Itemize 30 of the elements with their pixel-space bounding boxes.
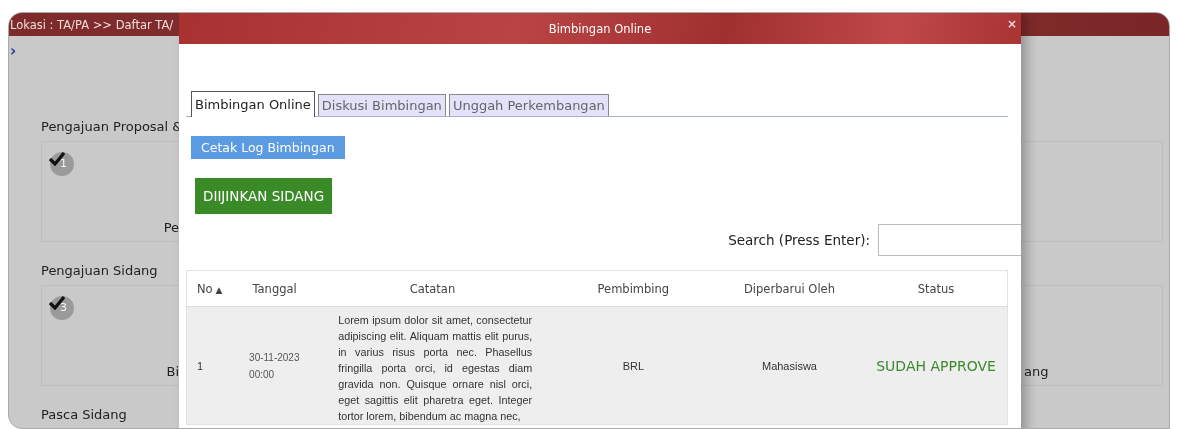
tab[interactable]: Diskusi Bimbingan — [317, 94, 446, 116]
tab[interactable]: Bimbingan Online — [191, 91, 315, 117]
table-cell: Mahasiswa — [761, 359, 817, 372]
permit-button[interactable]: DIIJINKAN SIDANG — [195, 178, 333, 214]
step-label: ang — [1024, 364, 1049, 379]
note-text: Lorem ipsum dolor sit amet, consectetur adipiscing elit. Aliquam mattis elit purus, in varius risus porta nec. Phasellus fringilla porta orci, id egestas diam gravida non. Quisque ornare nisl orci, eget sagittis elit pharetra eget. Integer tortor lorem, bibendum ac magna nec, — [338, 313, 533, 424]
step-label: Bi — [166, 364, 179, 379]
tab[interactable]: Unggah Perkembangan — [448, 94, 609, 116]
column-header[interactable]: Diperbarui Oleh — [713, 270, 866, 307]
expand-chevron[interactable]: › — [10, 44, 18, 58]
modal-title: Bimbingan Online — [548, 21, 652, 36]
section-title: Pasca Sidang — [41, 406, 127, 424]
table-cell: 1 — [197, 359, 204, 372]
column-header[interactable]: No ▲ — [186, 270, 238, 307]
time-text: 00:00 — [249, 368, 275, 380]
section-title: Pengajuan Sidang — [41, 262, 158, 280]
column-header[interactable]: Pembimbing — [552, 270, 714, 307]
column-header[interactable]: Catatan — [312, 270, 553, 307]
table-cell: BRL — [622, 359, 645, 372]
step-check-icon: 3 — [50, 296, 74, 320]
step-check-icon: 1 — [50, 152, 74, 176]
date-text: 30-11-2023 — [249, 351, 300, 363]
search-label: Search (Press Enter): — [728, 232, 870, 248]
column-header[interactable]: Status — [865, 270, 1008, 307]
close-icon[interactable]: × — [1006, 18, 1017, 30]
column-header[interactable]: Tanggal — [237, 270, 313, 307]
step-label: Pe — [163, 220, 179, 235]
status-text: SUDAH APPROVE — [876, 357, 996, 374]
breadcrumb: Lokasi : TA/PA >> Daftar TA/ — [10, 17, 174, 32]
search-field[interactable] — [878, 224, 1021, 256]
